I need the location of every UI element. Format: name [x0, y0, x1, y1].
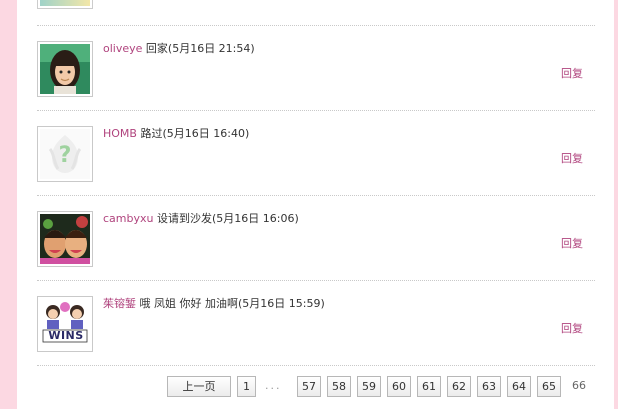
current-page: 66 [572, 379, 586, 392]
comment-line: oliveye 回家(5月16日 21:54) [103, 41, 255, 57]
previous-avatar-partial [37, 0, 93, 9]
user-photo-icon [40, 214, 90, 264]
comment-line: cambyxu 设请到沙发(5月16日 16:06) [103, 211, 299, 227]
avatar[interactable] [37, 41, 93, 97]
page-link[interactable]: 58 [327, 376, 351, 397]
right-border-stripe [614, 0, 618, 409]
default-avatar-question-icon: ? [40, 129, 90, 179]
comment-text: 路过(5月16日 16:40) [136, 127, 250, 140]
user-photo-icon [40, 44, 90, 94]
reply-link[interactable]: 回复 [561, 150, 583, 166]
pagination-ellipsis: ... [265, 379, 282, 392]
prev-page-button[interactable]: 上一页 [167, 376, 231, 397]
comment-item: oliveye 回家(5月16日 21:54) 回复 [37, 41, 595, 121]
comment-divider [37, 365, 595, 366]
comment-line: 茱镕錾 哦 凤姐 你好 加油啊(5月16日 15:59) [103, 296, 325, 312]
avatar[interactable]: ? [37, 126, 93, 182]
comment-username[interactable]: oliveye [103, 42, 142, 55]
comment-divider [37, 195, 595, 196]
comment-line: HOMB 路过(5月16日 16:40) [103, 126, 249, 142]
page-link[interactable]: 63 [477, 376, 501, 397]
left-border-stripe [0, 0, 17, 409]
avatar[interactable]: WINS [37, 296, 93, 352]
page-link[interactable]: 62 [447, 376, 471, 397]
comment-username[interactable]: 茱镕錾 [103, 297, 136, 310]
comment-divider [37, 280, 595, 281]
page-link[interactable]: 57 [297, 376, 321, 397]
comment-username[interactable]: HOMB [103, 127, 137, 140]
page-link[interactable]: 59 [357, 376, 381, 397]
comment-text: 设请到沙发(5月16日 16:06) [153, 212, 299, 225]
reply-link[interactable]: 回复 [561, 65, 583, 81]
reply-link[interactable]: 回复 [561, 235, 583, 251]
avatar[interactable] [37, 211, 93, 267]
svg-text:?: ? [59, 143, 72, 168]
avatar-logo-text: WINS [48, 329, 84, 342]
reply-link[interactable]: 回复 [561, 320, 583, 336]
comment-item: cambyxu 设请到沙发(5月16日 16:06) 回复 [37, 211, 595, 291]
page-link[interactable]: 64 [507, 376, 531, 397]
page-link[interactable]: 61 [417, 376, 441, 397]
page-link[interactable]: 65 [537, 376, 561, 397]
comment-item: ? HOMB 路过(5月16日 16:40) 回复 [37, 126, 595, 206]
comment-item: WINS 茱镕錾 哦 凤姐 你好 加油啊(5月16日 15:59) 回复 [37, 296, 595, 376]
comment-text: 回家(5月16日 21:54) [142, 42, 255, 55]
page-link[interactable]: 60 [387, 376, 411, 397]
comment-text: 哦 凤姐 你好 加油啊(5月16日 15:59) [136, 297, 325, 310]
comment-username[interactable]: cambyxu [103, 212, 153, 225]
comment-divider [37, 25, 595, 26]
page-link[interactable]: 1 [237, 376, 256, 397]
comment-divider [37, 110, 595, 111]
